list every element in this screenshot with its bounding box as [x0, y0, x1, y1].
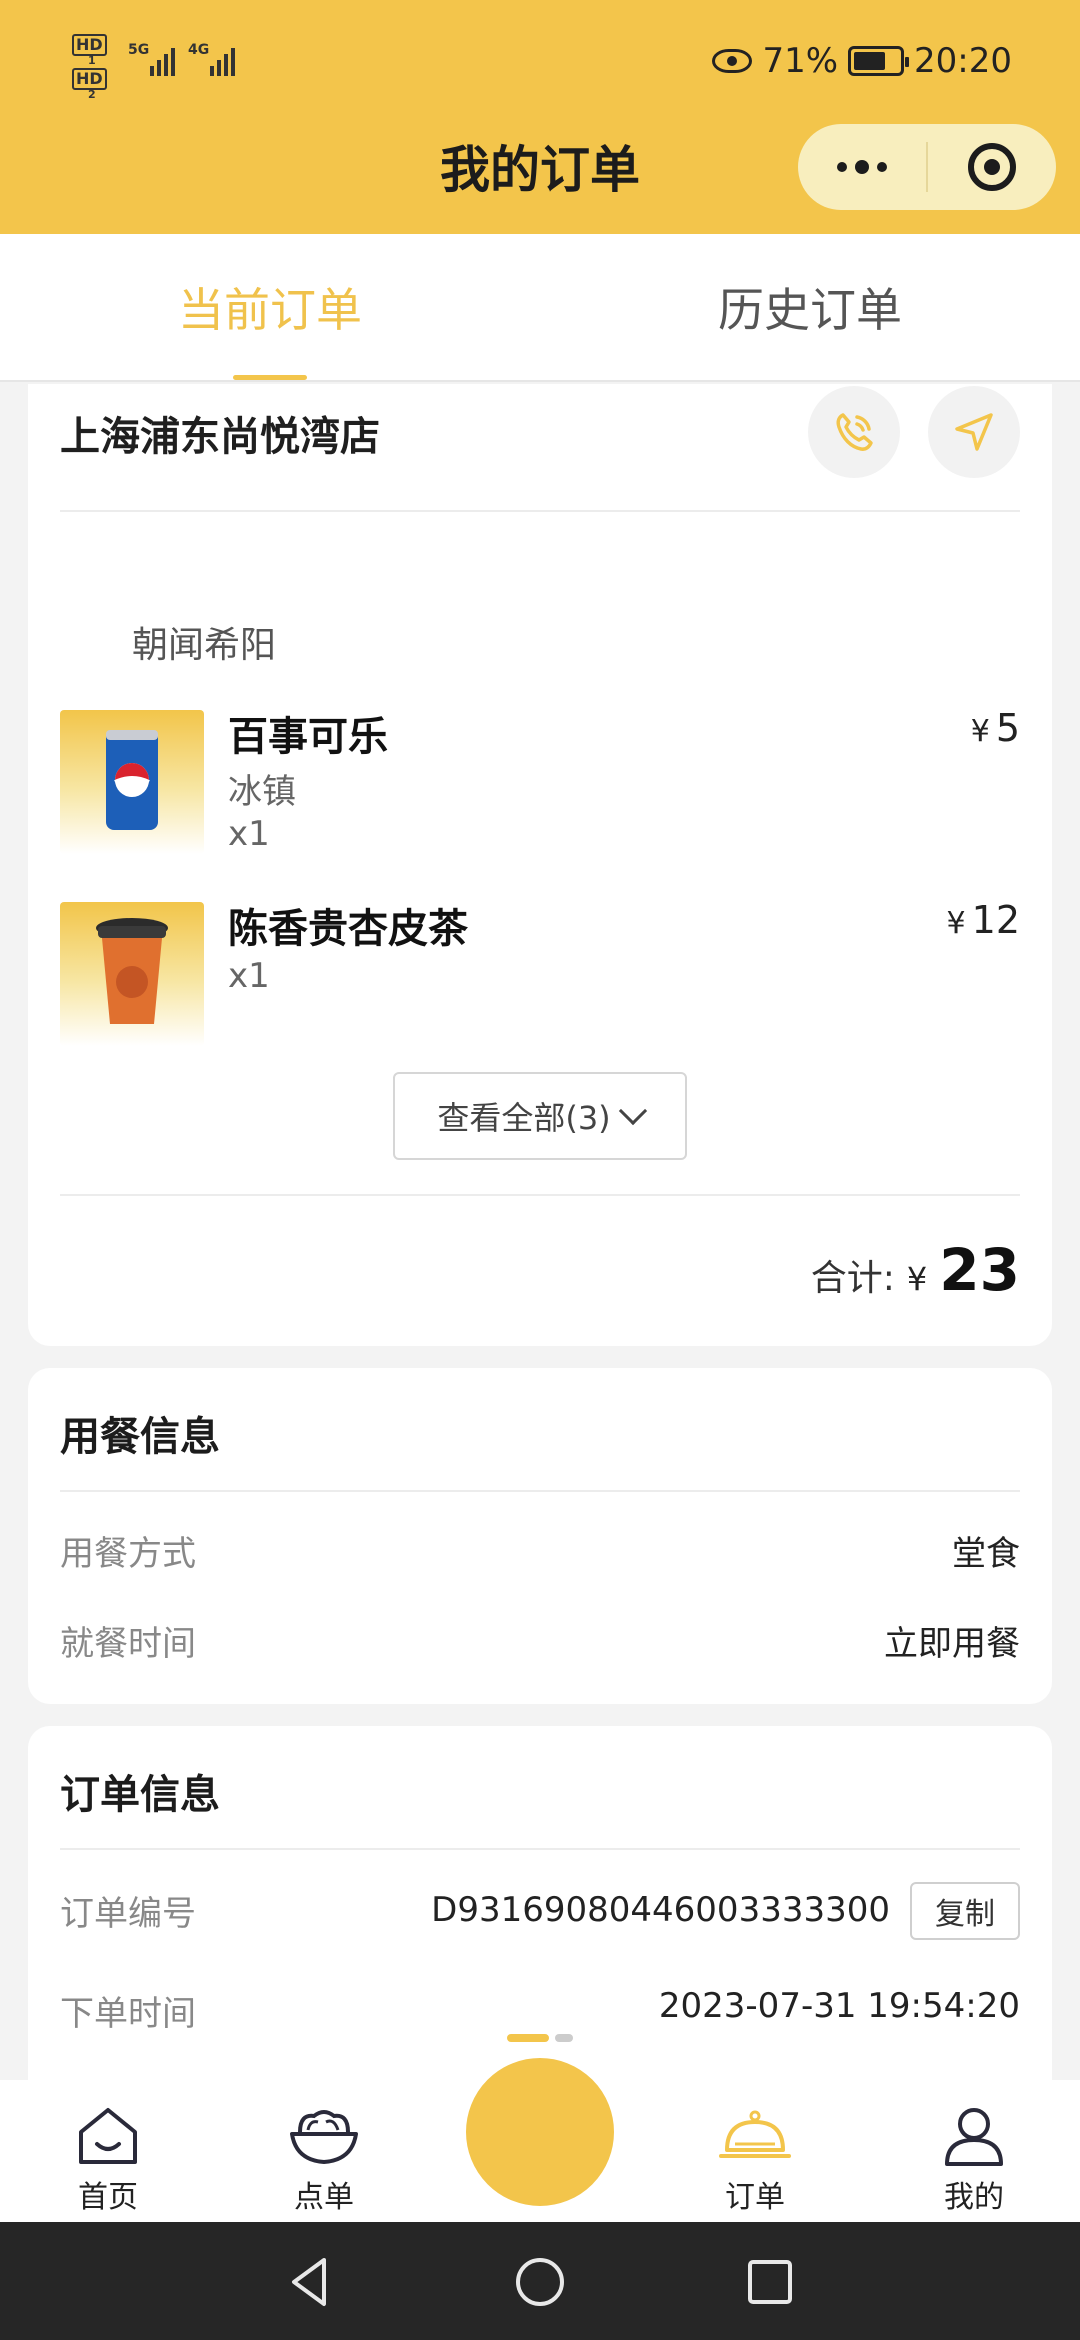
more-dot-icon [855, 160, 869, 174]
view-all-button[interactable]: 查看全部(3) [393, 1072, 687, 1160]
divider [60, 1490, 1020, 1492]
divider [60, 510, 1020, 512]
dining-method-label: 用餐方式 [60, 1534, 196, 1574]
item-name: 百事可乐 [228, 714, 388, 760]
network-5g-label: 5G [128, 42, 150, 58]
order-number-label: 订单编号 [60, 1894, 196, 1934]
order-time-value: 2023-07-31 19:54:20 [658, 1986, 1020, 2026]
hd-badge-2-sub: 2 [88, 88, 96, 101]
nav-orders[interactable]: 订单 [695, 2104, 815, 2216]
section-title: 用餐信息 [60, 1414, 220, 1460]
header-bar: HD 1 HD 2 5G 4G 71% 20:20 我的订单 [0, 0, 1080, 234]
copy-button[interactable]: 复制 [910, 1882, 1020, 1940]
customer-group-label: 朝闻希阳 [132, 625, 277, 666]
home-icon [79, 2108, 137, 2164]
order-number-value: D93169080446003333300 [431, 1890, 890, 1930]
item-name: 陈香贵杏皮茶 [228, 906, 468, 952]
nav-orders-label: 订单 [725, 2180, 785, 2215]
item-spec: 冰镇 [228, 772, 296, 812]
dining-method-value: 堂食 [952, 1534, 1020, 1574]
tab-history-orders[interactable]: 历史订单 [540, 234, 1080, 380]
tea-cup-image [60, 902, 204, 1046]
divider [60, 1194, 1020, 1196]
nav-order-food-label: 点单 [294, 2180, 354, 2215]
item-price: ¥12 [946, 898, 1020, 942]
nav-home[interactable]: 首页 [48, 2104, 168, 2216]
more-button[interactable] [798, 124, 926, 210]
recent-apps-icon[interactable] [740, 2252, 800, 2312]
signal-icon-2 [210, 42, 235, 76]
item-quantity: x1 [228, 814, 270, 854]
store-name: 上海浦东尚悦湾店 [60, 414, 380, 460]
status-right: 71% 20:20 [712, 36, 1012, 86]
nav-profile-label: 我的 [944, 2180, 1004, 2215]
noodle-bowl-icon [290, 2110, 358, 2164]
cola-can-image [60, 710, 204, 854]
hd-badge-1: HD [72, 34, 107, 56]
system-nav-bar [0, 2222, 1080, 2340]
home-circle-icon[interactable] [510, 2252, 570, 2312]
miniapp-capsule [798, 124, 1056, 210]
order-time-label: 下单时间 [60, 1994, 196, 2034]
nav-home-label: 首页 [78, 2180, 138, 2215]
more-dot-icon [837, 162, 847, 172]
hd-badge-1-sub: 1 [88, 54, 96, 67]
center-action-button[interactable] [462, 2054, 618, 2210]
total-value: 23 [939, 1236, 1020, 1304]
status-left: HD 1 HD 2 5G 4G [72, 34, 252, 101]
battery-icon [848, 46, 910, 76]
item-quantity: x1 [228, 956, 270, 996]
order-info-card: 订单信息 订单编号 D93169080446003333300 复制 下单时间 … [28, 1726, 1052, 2106]
target-icon [968, 143, 1016, 191]
item-price: ¥5 [970, 706, 1020, 750]
cloche-icon [719, 2110, 791, 2158]
hd-badge-2: HD [72, 68, 107, 90]
eye-icon [712, 49, 753, 73]
page-indicator [507, 2034, 573, 2042]
dining-time-label: 就餐时间 [60, 1624, 196, 1664]
more-dot-icon [877, 162, 887, 172]
tab-current-orders[interactable]: 当前订单 [0, 234, 540, 380]
signal-icon-1 [150, 42, 175, 76]
phone-icon [836, 413, 873, 451]
divider [60, 1848, 1020, 1850]
network-4g-label: 4G [188, 42, 210, 58]
back-icon[interactable] [280, 2252, 340, 2312]
chevron-down-icon [618, 1096, 647, 1126]
user-icon [945, 2108, 1003, 2166]
total-label: 合计: [810, 1258, 895, 1299]
nav-order-food[interactable]: 点单 [264, 2104, 384, 2216]
dining-info-card: 用餐信息 用餐方式 堂食 就餐时间 立即用餐 [28, 1368, 1052, 1704]
navigate-store-button[interactable] [928, 386, 1020, 478]
section-title: 订单信息 [60, 1772, 220, 1818]
nav-profile[interactable]: 我的 [914, 2104, 1034, 2216]
order-total: 合计: ¥ 23 [811, 1236, 1020, 1304]
battery-percent: 71% [762, 41, 839, 81]
total-currency: ¥ [906, 1260, 928, 1298]
close-miniapp-button[interactable] [928, 124, 1056, 210]
order-card: 上海浦东尚悦湾店 朝闻希阳 百事可乐 冰镇 x1 ¥5 陈香贵杏皮茶 x1 ¥ … [28, 384, 1052, 1346]
call-store-button[interactable] [808, 386, 900, 478]
order-tabs: 当前订单 历史订单 [0, 234, 1080, 382]
dining-time-value: 立即用餐 [884, 1624, 1020, 1664]
clock: 20:20 [914, 41, 1012, 81]
view-all-label: 查看全部(3) [437, 1099, 611, 1137]
navigation-arrow-icon [955, 413, 993, 451]
